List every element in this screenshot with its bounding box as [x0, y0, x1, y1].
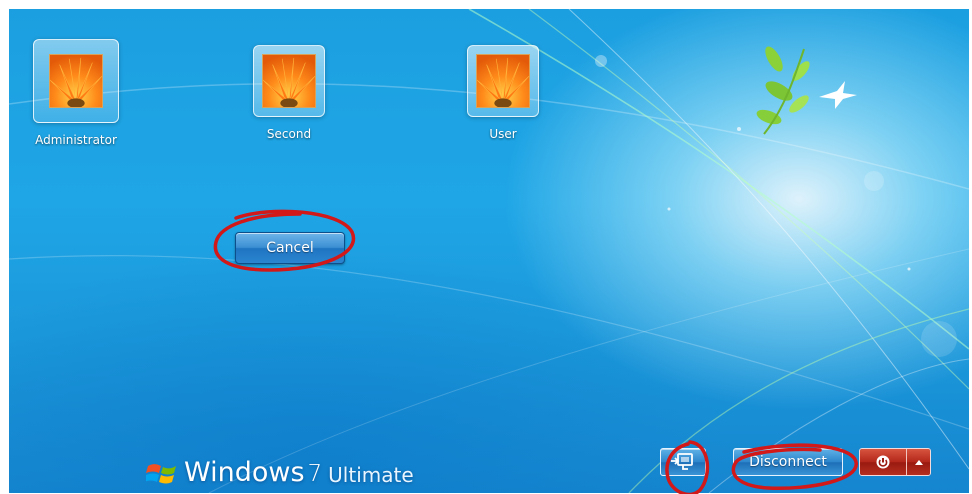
brand-word: Windows	[184, 457, 305, 488]
user-picture-frame	[467, 45, 539, 117]
ease-of-access-icon	[671, 453, 693, 470]
brand-edition: Ultimate	[328, 463, 414, 487]
shutdown-button-group	[859, 448, 931, 476]
power-icon	[876, 455, 890, 469]
user-tile-second[interactable]: Second	[234, 45, 344, 141]
flower-picture-icon	[262, 54, 316, 108]
user-name: Administrator	[35, 133, 117, 147]
user-name: User	[489, 127, 517, 141]
disconnect-button[interactable]: Disconnect	[733, 448, 843, 476]
windows-branding: Windows 7 Ultimate	[146, 454, 414, 488]
user-name: Second	[266, 127, 312, 141]
user-picture-frame	[33, 39, 119, 123]
cancel-button[interactable]: Cancel	[235, 232, 345, 264]
bird-icon	[819, 81, 857, 109]
user-tile-administrator[interactable]: Administrator	[21, 39, 131, 147]
ease-of-access-button[interactable]	[660, 448, 706, 476]
triangle-up-icon	[914, 460, 923, 465]
brand-version: 7	[307, 461, 323, 487]
flower-picture-icon	[49, 54, 103, 108]
shutdown-button[interactable]	[860, 449, 907, 475]
shutdown-options-button[interactable]	[907, 449, 930, 475]
user-picture-frame	[253, 45, 325, 117]
user-tile-user[interactable]: User	[448, 45, 558, 141]
logon-screen: Administrator Second User Cancel Windows…	[9, 9, 969, 493]
windows-flag-icon	[146, 464, 176, 484]
flower-picture-icon	[476, 54, 530, 108]
leaf-branch-icon	[756, 46, 810, 135]
